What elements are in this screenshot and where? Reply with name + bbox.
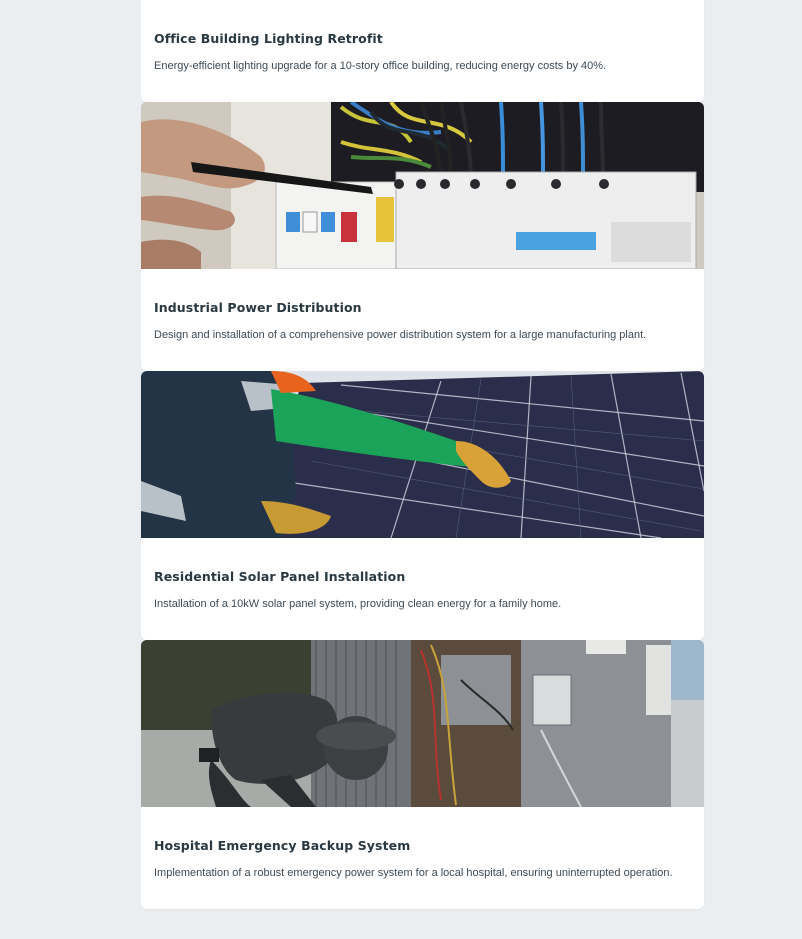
project-description: Design and installation of a comprehensi… — [154, 329, 647, 341]
project-image-solar — [141, 371, 704, 538]
project-description: Energy-efficient lighting upgrade for a … — [154, 60, 607, 72]
project-card[interactable]: Office Building Lighting Retrofit Energy… — [141, 0, 704, 102]
project-title: Office Building Lighting Retrofit — [154, 31, 383, 46]
electrical-panel-illustration — [141, 102, 704, 269]
page: Office Building Lighting Retrofit Energy… — [0, 0, 802, 939]
project-list: Office Building Lighting Retrofit Energy… — [141, 0, 704, 909]
project-image-power-distribution — [141, 102, 704, 269]
project-title: Industrial Power Distribution — [154, 300, 362, 315]
project-card[interactable]: Industrial Power Distribution Design and… — [141, 102, 704, 371]
project-description: Implementation of a robust emergency pow… — [154, 867, 673, 879]
project-description: Installation of a 10kW solar panel syste… — [154, 598, 562, 610]
project-image-hospital — [141, 640, 704, 807]
project-card[interactable]: Residential Solar Panel Installation Ins… — [141, 371, 704, 640]
solar-panel-illustration — [141, 371, 704, 538]
hvac-technician-illustration — [141, 640, 704, 807]
project-title: Residential Solar Panel Installation — [154, 569, 406, 584]
project-card[interactable]: Hospital Emergency Backup System Impleme… — [141, 640, 704, 909]
project-title: Hospital Emergency Backup System — [154, 838, 411, 853]
